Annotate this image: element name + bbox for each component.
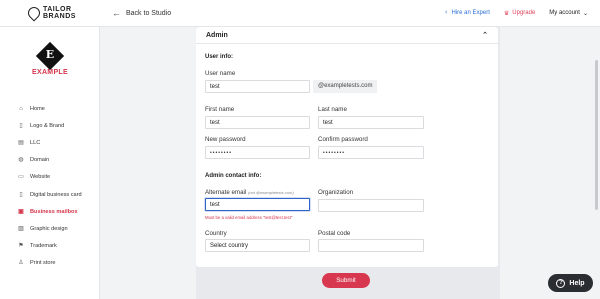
sidebar-item-label: Digital business card <box>30 191 82 198</box>
new-password-label: New password <box>205 136 246 143</box>
sidebar-item-label: Trademark <box>30 243 57 250</box>
brand-line-2: BRANDS <box>43 13 76 20</box>
confirm-password-label: Confirm password <box>318 136 368 143</box>
last-name-input[interactable]: test <box>318 116 424 129</box>
home-icon: ⌂ <box>19 105 23 112</box>
sidebar-item-label: Graphic design <box>30 225 68 232</box>
username-label: User name <box>205 70 236 77</box>
submit-button[interactable]: Submit <box>322 273 370 288</box>
alternate-email-label-text: Alternate email <box>205 189 247 196</box>
chevron-up-icon[interactable]: ⌃ <box>482 31 488 39</box>
organization-input[interactable] <box>318 199 424 212</box>
upgrade-link[interactable]: ♛ Upgrade <box>504 10 535 17</box>
sidebar: E EXAMPLE ⌂ Home ▯ Logo & Brand ▤ LLC ◍ Domain ▭… <box>0 27 100 299</box>
first-name-label: First name <box>205 106 235 113</box>
upgrade-label: Upgrade <box>512 10 536 16</box>
first-name-input[interactable]: test <box>205 116 310 129</box>
arrow-left-icon: ← <box>112 8 121 18</box>
admin-panel: Admin ⌃ User info: User name test @examp… <box>196 27 498 267</box>
card-icon: ▯ <box>19 191 23 198</box>
country-label: Country <box>205 230 227 237</box>
brand-line-1: TAILOR <box>43 6 72 13</box>
sidebar-item-label: LLC <box>30 139 41 146</box>
sidebar-item-print-store[interactable]: ♙ Print store <box>0 255 100 272</box>
username-input[interactable]: test <box>205 80 310 93</box>
sidebar-item-logo-brand[interactable]: ▯ Logo & Brand <box>0 117 100 134</box>
sidebar-item-llc[interactable]: ▤ LLC <box>0 134 100 151</box>
country-select[interactable]: Select country <box>205 239 310 252</box>
confirm-password-input[interactable]: •••••••• <box>318 146 424 159</box>
help-label: Help <box>569 279 585 287</box>
alternate-email-hint: (not @exampletests.com) <box>248 190 294 195</box>
postal-code-label: Postal code <box>318 230 351 237</box>
postal-code-input[interactable] <box>318 239 424 252</box>
admin-panel-title: Admin <box>206 31 228 39</box>
alternate-email-input[interactable]: test <box>205 198 310 211</box>
back-to-studio-label: Back to Studio <box>126 9 172 17</box>
tailor-brands-logo[interactable]: TAILOR BRANDS <box>0 4 100 22</box>
sidebar-item-label: Domain <box>30 157 50 164</box>
building-icon: ▤ <box>18 139 24 146</box>
sidebar-item-website[interactable]: ▭ Website <box>0 169 100 186</box>
tailor-brands-mark-icon <box>25 4 43 22</box>
top-bar: TAILOR BRANDS ← Back to Studio ♀ Hire an… <box>0 0 600 27</box>
alternate-email-label: Alternate email (not @exampletests.com) <box>205 189 294 196</box>
crown-icon: ♛ <box>503 10 510 17</box>
image-icon: ▨ <box>18 225 24 232</box>
lightbulb-icon: ♀ <box>444 10 449 16</box>
sidebar-item-domain[interactable]: ◍ Domain <box>0 152 100 169</box>
last-name-label: Last name <box>318 106 347 113</box>
sidebar-item-home[interactable]: ⌂ Home <box>0 100 100 117</box>
question-icon: ? <box>556 278 566 288</box>
background-decoration-right <box>500 27 600 299</box>
sidebar-item-trademark[interactable]: ⚑ Trademark <box>0 238 100 255</box>
user-info-title: User info: <box>205 54 234 60</box>
sidebar-item-label: Home <box>30 105 45 112</box>
sidebar-item-label: Print store <box>30 260 56 267</box>
alternate-email-error: Must be a valid email address "test@test… <box>205 215 293 220</box>
hire-expert-label: Hire an Expert <box>451 10 490 16</box>
sidebar-item-label: Business mailbox <box>30 208 78 215</box>
organization-label: Organization <box>318 189 354 196</box>
my-account-menu[interactable]: My account ⌄ <box>549 10 588 17</box>
hire-expert-link[interactable]: ♀ Hire an Expert <box>444 10 490 16</box>
mailbox-icon: ▣ <box>18 208 24 215</box>
sidebar-item-label: Website <box>30 174 51 181</box>
sidebar-item-digital-business-card[interactable]: ▯ Digital business card <box>0 186 100 203</box>
trademark-icon: ⚑ <box>18 243 24 250</box>
admin-panel-header[interactable]: Admin ⌃ <box>196 27 498 44</box>
document-icon: ▯ <box>19 122 23 129</box>
admin-contact-title: Admin contact info: <box>205 173 262 179</box>
sidebar-nav: ⌂ Home ▯ Logo & Brand ▤ LLC ◍ Domain ▭ Website ▯ Di… <box>0 100 100 272</box>
scrollbar[interactable] <box>595 60 598 210</box>
background-decoration-left <box>100 27 196 299</box>
business-logo: E <box>35 41 65 71</box>
shirt-icon: ♙ <box>18 260 24 267</box>
domain-suffix: @exampletests.com <box>313 80 378 93</box>
sidebar-item-graphic-design[interactable]: ▨ Graphic design <box>0 220 100 237</box>
chevron-down-icon: ⌄ <box>582 10 588 17</box>
main-content: Admin ⌃ User info: User name test @examp… <box>100 27 600 299</box>
sidebar-item-business-mailbox[interactable]: ▣ Business mailbox <box>0 203 100 220</box>
business-name: EXAMPLE <box>32 69 68 76</box>
globe-icon: ◍ <box>18 157 24 164</box>
my-account-label: My account <box>549 10 580 16</box>
help-button[interactable]: ? Help <box>548 274 593 292</box>
back-to-studio-link[interactable]: ← Back to Studio <box>112 8 171 18</box>
sidebar-item-label: Logo & Brand <box>30 122 65 129</box>
website-icon: ▭ <box>18 174 24 181</box>
new-password-input[interactable]: •••••••• <box>205 146 310 159</box>
business-logo-letter: E <box>45 48 55 61</box>
